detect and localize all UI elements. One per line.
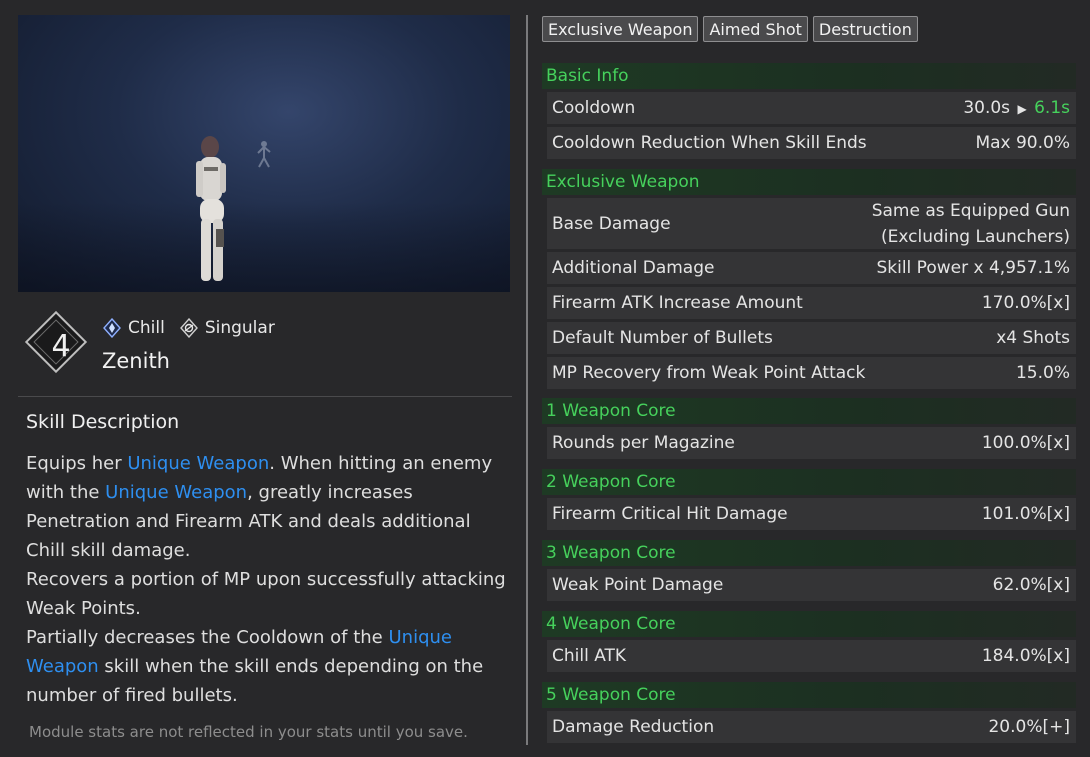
stat-label: Cooldown Reduction When Skill Ends bbox=[552, 133, 867, 153]
stat-label: MP Recovery from Weak Point Attack bbox=[552, 363, 866, 383]
section-basic-info: Basic Info bbox=[542, 63, 1076, 89]
divider bbox=[18, 396, 512, 397]
skill-tags: Chill Singular bbox=[102, 318, 275, 338]
stat-label: Firearm ATK Increase Amount bbox=[552, 293, 803, 313]
skill-description: Equips her Unique Weapon. When hitting a… bbox=[26, 453, 506, 706]
stat-value: 15.0% bbox=[1015, 363, 1070, 383]
stat-row-cooldown: Cooldown 30.0s ▶ 6.1s bbox=[547, 92, 1076, 124]
stat-value: 30.0s ▶ 6.1s bbox=[963, 98, 1070, 118]
stat-value: 100.0%[x] bbox=[981, 433, 1070, 453]
stat-label: Cooldown bbox=[552, 98, 636, 118]
stat-value: Skill Power x 4,957.1% bbox=[876, 258, 1070, 278]
stat-label: Base Damage bbox=[552, 213, 671, 234]
stat-label: Damage Reduction bbox=[552, 717, 715, 737]
stat-row-weak-point: Weak Point Damage 62.0%[x] bbox=[547, 569, 1076, 601]
stat-value: 170.0%[x] bbox=[981, 293, 1070, 313]
section-weapon-core-4: 4 Weapon Core bbox=[542, 611, 1076, 637]
keyword-unique-weapon[interactable]: Unique Weapon bbox=[105, 482, 247, 503]
stat-row-additional-damage: Additional Damage Skill Power x 4,957.1% bbox=[547, 252, 1076, 284]
section-weapon-core-1: 1 Weapon Core bbox=[542, 398, 1076, 424]
stat-row-cdr-end: Cooldown Reduction When Skill Ends Max 9… bbox=[547, 127, 1076, 159]
character-figure bbox=[196, 136, 226, 281]
element-label: Chill bbox=[128, 318, 165, 338]
stat-row-chill-atk: Chill ATK 184.0%[x] bbox=[547, 640, 1076, 672]
stat-value: 184.0%[x] bbox=[981, 646, 1070, 666]
stat-row-base-damage: Base Damage Same as Equipped Gun (Exclud… bbox=[547, 198, 1076, 249]
keyword-unique-weapon[interactable]: Unique Weapon bbox=[127, 453, 269, 474]
type-label: Singular bbox=[204, 318, 275, 338]
stat-value: Same as Equipped Gun (Excluding Launcher… bbox=[871, 200, 1070, 247]
section-weapon-core-3: 3 Weapon Core bbox=[542, 540, 1076, 566]
section-weapon-core-2: 2 Weapon Core bbox=[542, 469, 1076, 495]
stat-value: 101.0%[x] bbox=[981, 504, 1070, 524]
stat-row-crit: Firearm Critical Hit Damage 101.0%[x] bbox=[547, 498, 1076, 530]
tab-aimed-shot[interactable]: Aimed Shot bbox=[703, 16, 808, 42]
arrow-right-icon: ▶ bbox=[1017, 102, 1027, 116]
stat-label: Weak Point Damage bbox=[552, 575, 724, 595]
stat-value: x4 Shots bbox=[996, 328, 1070, 348]
stat-label: Default Number of Bullets bbox=[552, 328, 773, 348]
tag-list: Exclusive Weapon Aimed Shot Destruction bbox=[542, 16, 918, 42]
stat-label: Additional Damage bbox=[552, 258, 715, 278]
enemy-figure bbox=[257, 141, 271, 168]
stat-row-bullets: Default Number of Bullets x4 Shots bbox=[547, 322, 1076, 354]
stat-value: Max 90.0% bbox=[975, 133, 1070, 153]
stat-row-mp-recovery: MP Recovery from Weak Point Attack 15.0% bbox=[547, 357, 1076, 389]
singular-type-icon bbox=[179, 318, 198, 338]
section-exclusive-weapon: Exclusive Weapon bbox=[542, 169, 1076, 195]
skill-header: 4 Chill Singular Zenith bbox=[24, 310, 500, 378]
stat-row-damage-reduction: Damage Reduction 20.0%[+] bbox=[547, 711, 1076, 743]
chill-element-icon bbox=[103, 318, 121, 338]
tab-exclusive-weapon[interactable]: Exclusive Weapon bbox=[542, 16, 699, 42]
skill-detail-panel: 4 Chill Singular Zenith Skill Descriptio… bbox=[0, 0, 522, 757]
stat-label: Chill ATK bbox=[552, 646, 627, 666]
section-weapon-core-5: 5 Weapon Core bbox=[542, 682, 1076, 708]
stat-row-firearm-atk: Firearm ATK Increase Amount 170.0%[x] bbox=[547, 287, 1076, 319]
description-title: Skill Description bbox=[26, 411, 180, 433]
panel-divider bbox=[526, 15, 528, 745]
tab-destruction[interactable]: Destruction bbox=[812, 16, 918, 42]
stat-value: 62.0%[x] bbox=[992, 575, 1070, 595]
skill-preview-video bbox=[18, 15, 510, 292]
skill-name: Zenith bbox=[102, 349, 170, 373]
type-tag: Singular bbox=[179, 318, 275, 338]
stat-row-rounds: Rounds per Magazine 100.0%[x] bbox=[547, 427, 1076, 459]
stat-label: Firearm Critical Hit Damage bbox=[552, 504, 788, 524]
element-tag: Chill bbox=[102, 318, 165, 338]
save-notice: Module stats are not reflected in your s… bbox=[29, 723, 468, 741]
stat-label: Rounds per Magazine bbox=[552, 433, 735, 453]
skill-level: 4 bbox=[51, 329, 71, 364]
stat-value: 20.0%[+] bbox=[988, 717, 1070, 737]
